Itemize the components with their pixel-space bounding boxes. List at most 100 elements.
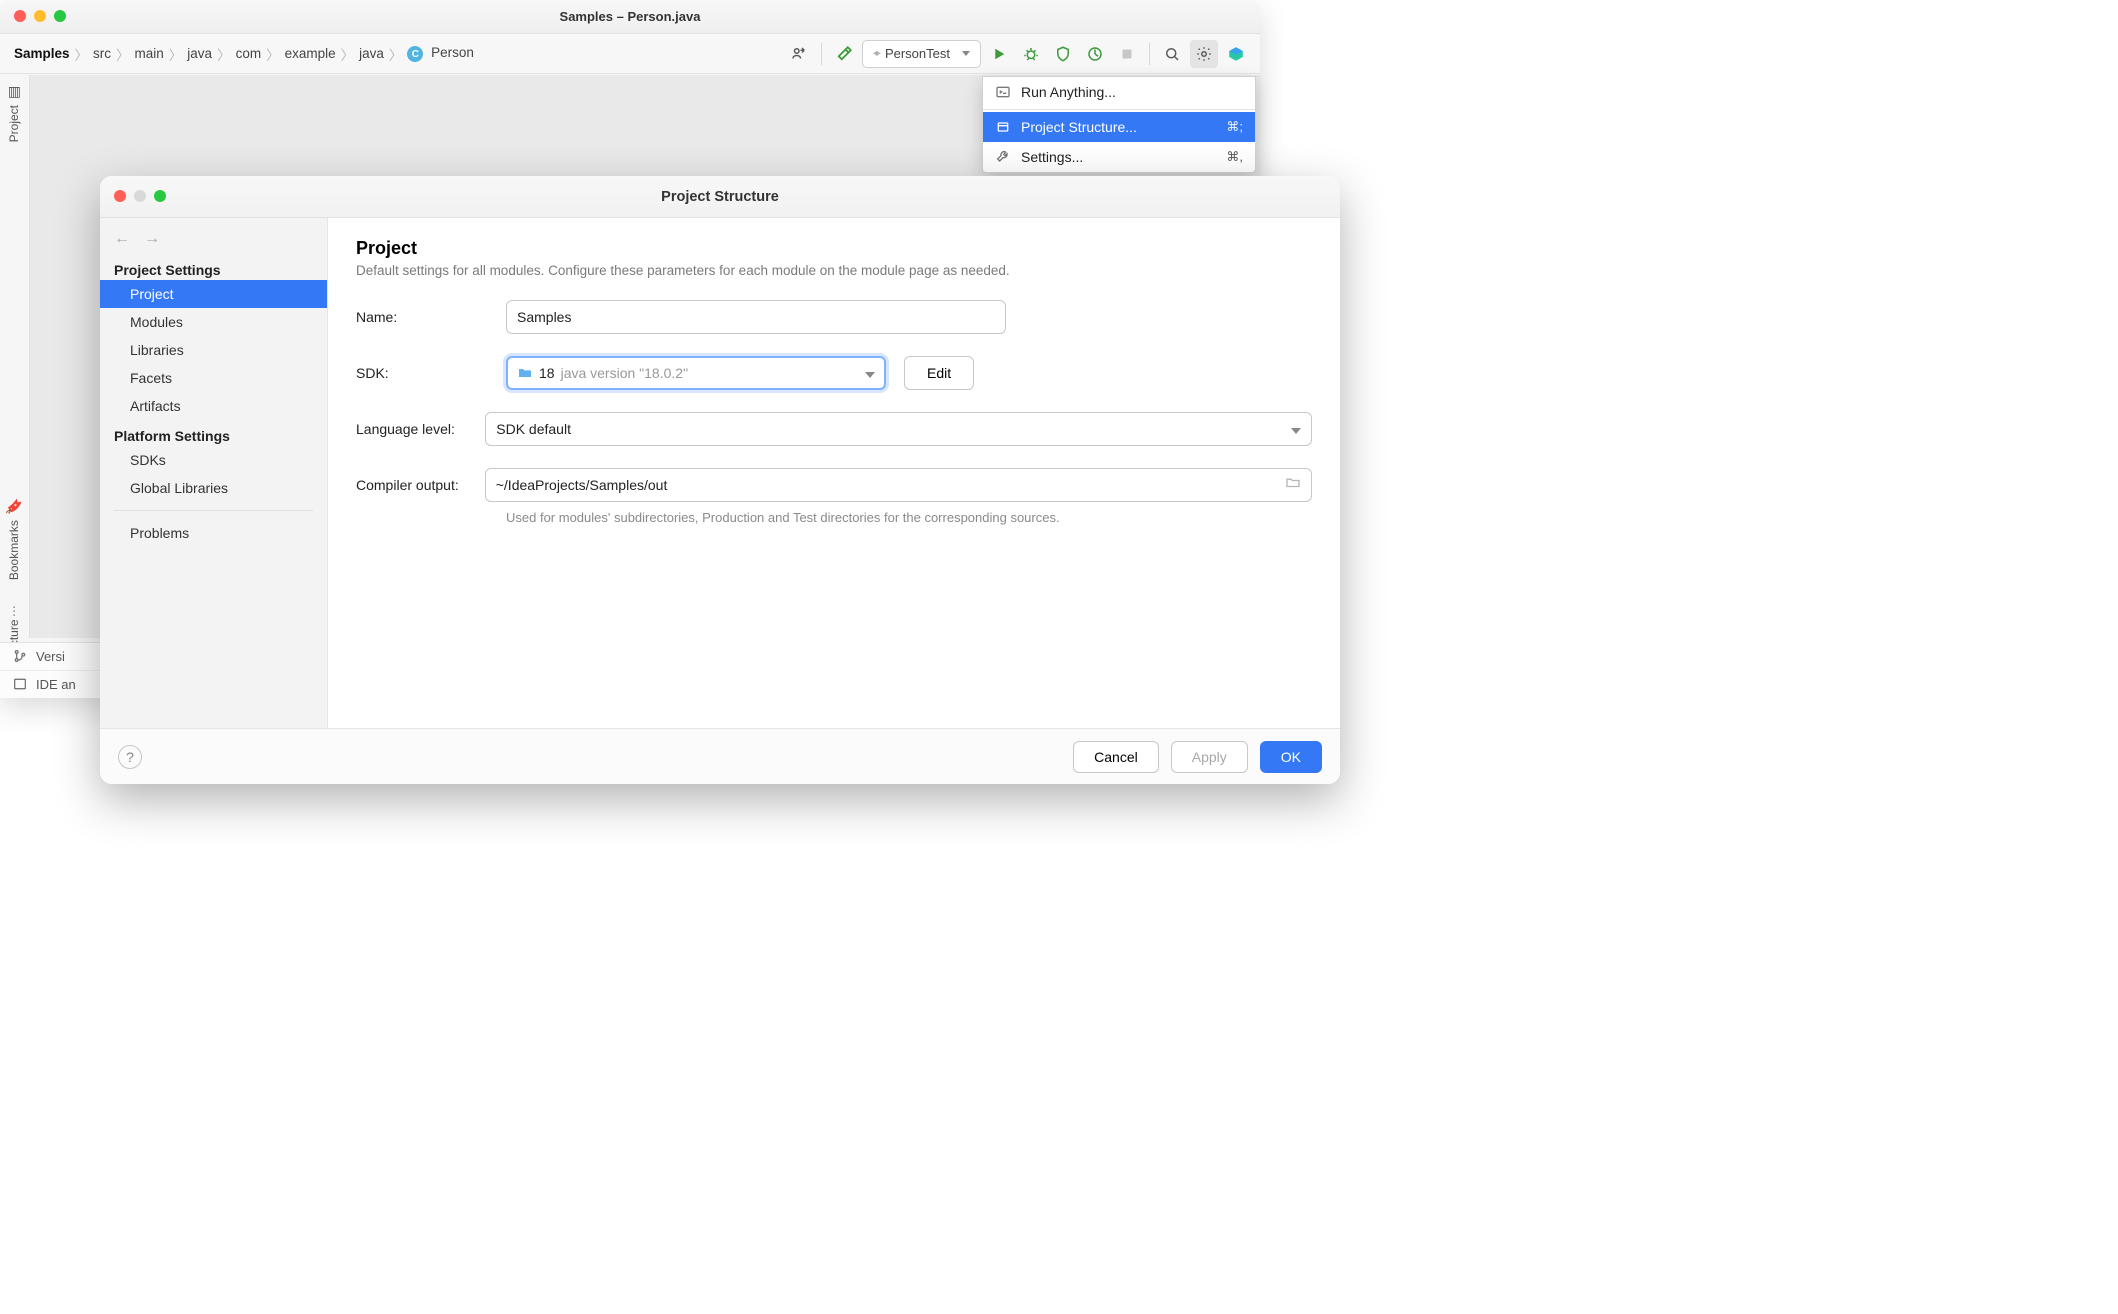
window-title: Samples – Person.java	[560, 9, 701, 24]
sdk-number: 18	[539, 365, 555, 381]
cancel-button[interactable]: Cancel	[1073, 741, 1159, 773]
status-vcs-label: Versi	[36, 649, 65, 664]
chevron-down-icon	[1291, 421, 1301, 437]
ok-button[interactable]: OK	[1260, 741, 1322, 773]
menu-label: Project Structure...	[1021, 119, 1137, 135]
run-config-arrows-icon: ◂▸	[873, 48, 879, 59]
traffic-lights	[14, 10, 66, 22]
breadcrumb-class[interactable]: C Person	[403, 43, 478, 65]
breadcrumb-root[interactable]: Samples	[10, 44, 74, 63]
menu-label: Run Anything...	[1021, 84, 1116, 100]
separator	[1149, 43, 1150, 65]
maximize-icon[interactable]	[54, 10, 66, 22]
sdk-version: java version "18.0.2"	[561, 365, 688, 381]
toolbar-right: ◂▸ PersonTest	[785, 40, 1250, 68]
branch-icon	[12, 648, 28, 664]
menu-settings[interactable]: Settings... ⌘,	[983, 142, 1255, 172]
folder-icon	[517, 365, 533, 381]
minimize-icon[interactable]	[34, 10, 46, 22]
separator	[821, 43, 822, 65]
gear-icon[interactable]	[1190, 40, 1218, 68]
tool-bookmarks-tab[interactable]: Bookmarks 🔖	[6, 497, 22, 580]
sidebar-item-artifacts[interactable]: Artifacts	[100, 392, 327, 420]
stop-icon[interactable]	[1113, 40, 1141, 68]
search-icon[interactable]	[1158, 40, 1186, 68]
code-with-me-icon[interactable]	[785, 40, 813, 68]
compiler-output-field[interactable]: ~/IdeaProjects/Samples/out	[485, 468, 1312, 502]
sidebar-item-libraries[interactable]: Libraries	[100, 336, 327, 364]
tool-project-tab[interactable]: Project ▤	[6, 83, 22, 142]
main-toolbar: Samples 〉 src 〉 main 〉 java 〉 com 〉 exam…	[0, 34, 1260, 74]
apply-button[interactable]: Apply	[1171, 741, 1248, 773]
row-language-level: Language level: SDK default	[356, 412, 1312, 446]
breadcrumb-class-label: Person	[431, 45, 474, 60]
window-icon	[12, 676, 28, 692]
project-name-input[interactable]	[506, 300, 1006, 334]
back-icon[interactable]: ←	[114, 230, 130, 248]
sidebar-item-modules[interactable]: Modules	[100, 308, 327, 336]
dialog-footer: ? Cancel Apply OK	[100, 728, 1340, 784]
close-icon[interactable]	[114, 190, 126, 202]
help-button[interactable]: ?	[118, 745, 142, 769]
sdk-select[interactable]: 18 java version "18.0.2"	[506, 356, 886, 390]
browse-folder-icon[interactable]	[1285, 475, 1301, 496]
menu-run-anything[interactable]: Run Anything...	[983, 77, 1255, 107]
run-icon[interactable]	[985, 40, 1013, 68]
dialog-sidebar: ← → Project Settings Project Modules Lib…	[100, 218, 328, 728]
chevron-right-icon: 〉	[75, 44, 89, 64]
profile-icon[interactable]	[1081, 40, 1109, 68]
chevron-right-icon: 〉	[389, 44, 403, 64]
maximize-icon[interactable]	[154, 190, 166, 202]
chevron-right-icon: 〉	[116, 44, 130, 64]
sidebar-item-problems[interactable]: Problems	[100, 519, 327, 547]
menu-project-structure[interactable]: Project Structure... ⌘;	[983, 112, 1255, 142]
left-tool-strip: Project ▤ Bookmarks 🔖 Structure ⫶	[0, 75, 28, 668]
row-name: Name:	[356, 300, 1312, 334]
section-project-settings: Project Settings	[100, 254, 327, 280]
folder-icon: ▤	[6, 83, 22, 99]
build-hammer-icon[interactable]	[830, 40, 858, 68]
page-description: Default settings for all modules. Config…	[356, 263, 1312, 278]
forward-icon[interactable]: →	[144, 230, 160, 248]
language-level-select[interactable]: SDK default	[485, 412, 1312, 446]
sidebar-item-global-libraries[interactable]: Global Libraries	[100, 474, 327, 502]
toolbox-icon[interactable]	[1222, 40, 1250, 68]
tab-label: Bookmarks	[7, 520, 21, 580]
chevron-right-icon: 〉	[266, 44, 280, 64]
edit-sdk-button[interactable]: Edit	[904, 356, 974, 390]
nav-history: ← →	[100, 224, 327, 254]
chevron-right-icon: 〉	[341, 44, 355, 64]
traffic-lights	[114, 190, 166, 202]
divider	[114, 510, 313, 511]
language-level-value: SDK default	[496, 421, 571, 437]
breadcrumb-item[interactable]: src	[89, 44, 115, 63]
breadcrumb-item[interactable]: java	[355, 44, 388, 63]
tab-label: Project	[7, 105, 21, 142]
gear-dropdown: Run Anything... Project Structure... ⌘; …	[982, 76, 1256, 173]
menu-separator	[983, 109, 1255, 110]
dialog-title: Project Structure	[661, 189, 779, 205]
breadcrumb-item[interactable]: com	[232, 44, 266, 63]
sidebar-item-facets[interactable]: Facets	[100, 364, 327, 392]
sidebar-item-project[interactable]: Project	[100, 280, 327, 308]
sidebar-item-sdks[interactable]: SDKs	[100, 446, 327, 474]
minimize-icon[interactable]	[134, 190, 146, 202]
label-sdk: SDK:	[356, 365, 506, 381]
wrench-icon	[995, 149, 1011, 165]
breadcrumb-item[interactable]: example	[281, 44, 340, 63]
dialog-titlebar: Project Structure	[100, 176, 1340, 218]
label-language-level: Language level:	[356, 421, 485, 437]
chevron-down-icon	[865, 365, 875, 381]
status-ide-label: IDE an	[36, 677, 76, 692]
run-config-selector[interactable]: ◂▸ PersonTest	[862, 40, 981, 68]
debug-icon[interactable]	[1017, 40, 1045, 68]
close-icon[interactable]	[14, 10, 26, 22]
chevron-right-icon: 〉	[217, 44, 231, 64]
breadcrumb-item[interactable]: java	[183, 44, 216, 63]
breadcrumb-item[interactable]: main	[131, 44, 168, 63]
coverage-icon[interactable]	[1049, 40, 1077, 68]
titlebar: Samples – Person.java	[0, 0, 1260, 34]
compiler-output-hint: Used for modules' subdirectories, Produc…	[506, 510, 1312, 525]
chevron-right-icon: 〉	[169, 44, 183, 64]
dialog-body: ← → Project Settings Project Modules Lib…	[100, 218, 1340, 728]
